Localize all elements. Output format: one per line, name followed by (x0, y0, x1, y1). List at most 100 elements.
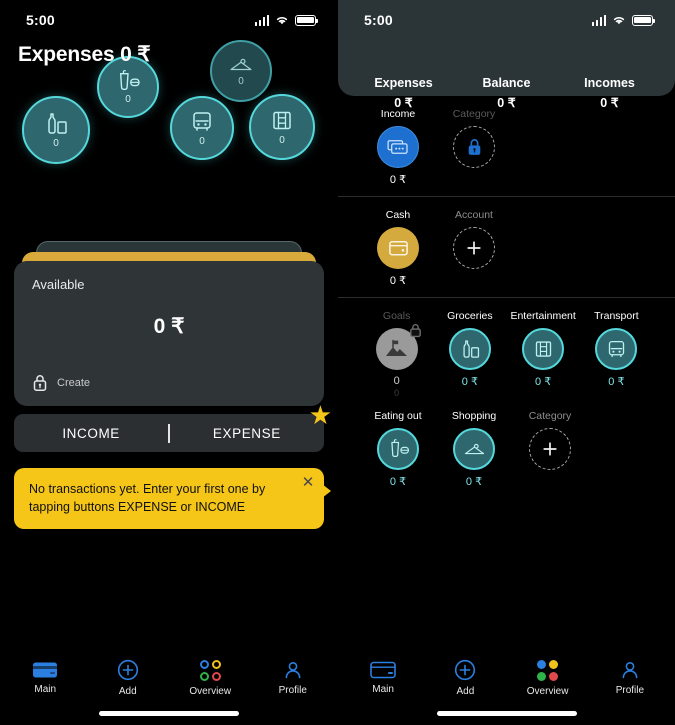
cell-add-category[interactable]: Category (512, 410, 588, 488)
close-icon[interactable]: ✕ (300, 475, 316, 491)
status-bar-right: 5:00 (338, 0, 675, 34)
page-title: Expenses 0 ₹ (18, 43, 151, 66)
eating-out-circle[interactable] (377, 428, 419, 470)
cell-value: 0 (393, 375, 400, 387)
cup-burger-icon (390, 439, 409, 458)
cell-transport[interactable]: Transport 0 ₹ (580, 310, 653, 398)
bubble-value: 0 (53, 137, 59, 149)
entertainment-circle[interactable] (522, 328, 565, 370)
bubble-shopping[interactable]: 0 (210, 40, 272, 102)
battery-icon (632, 14, 656, 26)
cell-value: 0 ₹ (465, 476, 483, 488)
bubble-value: 0 (238, 75, 244, 87)
nav-label: Add (456, 686, 475, 697)
expense-button[interactable]: EXPENSE (170, 426, 324, 441)
income-button[interactable]: INCOME (14, 426, 168, 441)
cell-value: 0 ₹ (389, 174, 407, 186)
add-account-circle[interactable] (453, 227, 495, 269)
cell-value: 0 ₹ (461, 376, 478, 388)
cell-goals[interactable]: Goals 0 0 (360, 310, 433, 398)
cell-entertainment[interactable]: Entertainment 0 ₹ (507, 310, 580, 398)
status-time: 5:00 (26, 12, 55, 28)
summary-header-panel: 5:00 Expenses 0 ₹ Balance 0 ₹ Incomes 0 … (338, 0, 675, 110)
card-create-row[interactable]: Create (32, 374, 306, 392)
nav-item-add[interactable]: Add (424, 659, 506, 697)
plus-icon (543, 442, 557, 456)
home-indicator (436, 711, 577, 716)
nav-item-add[interactable]: Add (87, 659, 170, 697)
cell-shopping[interactable]: Shopping 0 ₹ (436, 410, 512, 488)
bubble-transport[interactable]: 0 (170, 96, 234, 160)
summary-balance: Balance 0 ₹ (455, 76, 558, 110)
cell-label: Eating out (374, 410, 422, 422)
cell-add-account[interactable]: Account (436, 209, 512, 287)
cash-circle[interactable] (377, 227, 419, 269)
star-icon[interactable]: ★ (309, 402, 332, 428)
income-section: Income 0 ₹ Category (338, 96, 675, 197)
groceries-circle[interactable] (448, 328, 491, 370)
cellular-signal-icon (254, 14, 269, 26)
nav-item-profile[interactable]: Profile (589, 660, 671, 696)
expense-bubble-chart: Expenses 0 ₹ 0 0 0 0 0 (0, 34, 338, 169)
nav-item-overview[interactable]: Overview (507, 659, 589, 697)
bottom-nav-right: Main Add Overview Profile (338, 650, 675, 725)
income-circle[interactable] (377, 126, 419, 168)
available-balance-card[interactable]: Available 0 ₹ Create (14, 261, 324, 406)
accounts-section: Cash 0 ₹ Account (338, 197, 675, 298)
cup-burger-icon (119, 69, 140, 90)
nav-label: Main (34, 684, 57, 695)
summary-key: Expenses (374, 76, 433, 90)
film-icon (273, 111, 291, 129)
plus-circle-icon (117, 659, 138, 681)
phone-right-overview-screen: 5:00 Expenses 0 ₹ Balance 0 ₹ Incomes 0 … (338, 0, 675, 725)
shopping-circle[interactable] (453, 428, 495, 470)
cell-label: Goals (382, 310, 411, 322)
summary-value: 0 ₹ (497, 96, 516, 110)
status-time: 5:00 (364, 12, 393, 28)
nav-item-overview[interactable]: Overview (169, 659, 252, 697)
cell-label: Transport (594, 310, 639, 322)
nav-item-profile[interactable]: Profile (252, 660, 335, 696)
tooltip-tail (322, 484, 331, 498)
income-expense-segmented-control: INCOME EXPENSE ★ (14, 402, 332, 452)
lock-icon (468, 138, 480, 155)
card-label: Available (32, 277, 85, 292)
nav-label: Profile (615, 685, 645, 696)
cell-cash[interactable]: Cash 0 ₹ (360, 209, 436, 287)
cell-eating-out[interactable]: Eating out 0 ₹ (360, 410, 436, 488)
bubble-value: 0 (199, 135, 205, 147)
nav-label: Overview (526, 685, 569, 697)
locked-category-circle[interactable] (453, 126, 495, 168)
cell-label: Cash (385, 209, 411, 221)
goals-circle[interactable] (375, 324, 421, 370)
cell-groceries[interactable]: Groceries 0 ₹ (433, 310, 506, 398)
four-dots-icon (199, 659, 221, 681)
bubble-entertainment[interactable]: 0 (249, 94, 315, 160)
wifi-icon (276, 17, 288, 25)
cell-income[interactable]: Income 0 ₹ (360, 108, 436, 186)
transport-circle[interactable] (595, 328, 638, 370)
cell-income-category-locked[interactable]: Category (436, 108, 512, 186)
card-amount: 0 ₹ (153, 315, 185, 338)
bubble-value: 0 (279, 134, 285, 146)
cell-label: Groceries (447, 310, 493, 322)
summary-incomes: Incomes 0 ₹ (558, 76, 661, 110)
wallet-icon (388, 241, 408, 256)
bus-icon (608, 340, 625, 357)
nav-item-main[interactable]: Main (4, 661, 87, 695)
cell-value: 0 ₹ (608, 376, 625, 388)
plus-icon (467, 241, 481, 255)
bottle-box-icon (463, 339, 479, 358)
categories-row-1: Goals 0 0 Groceries 0 ₹ Entertainment 0 … (360, 310, 653, 398)
wifi-icon (613, 17, 625, 25)
nav-item-main[interactable]: Main (342, 661, 424, 695)
add-category-circle[interactable] (529, 428, 571, 470)
summary-key: Incomes (584, 76, 635, 90)
hanger-icon (230, 58, 252, 70)
bubble-value: 0 (125, 93, 131, 105)
bubble-groceries[interactable]: 0 (22, 96, 90, 164)
nav-label: Overview (189, 685, 232, 697)
cell-label: Category (528, 410, 572, 422)
cell-label: Entertainment (510, 310, 576, 322)
card-icon (33, 662, 58, 678)
